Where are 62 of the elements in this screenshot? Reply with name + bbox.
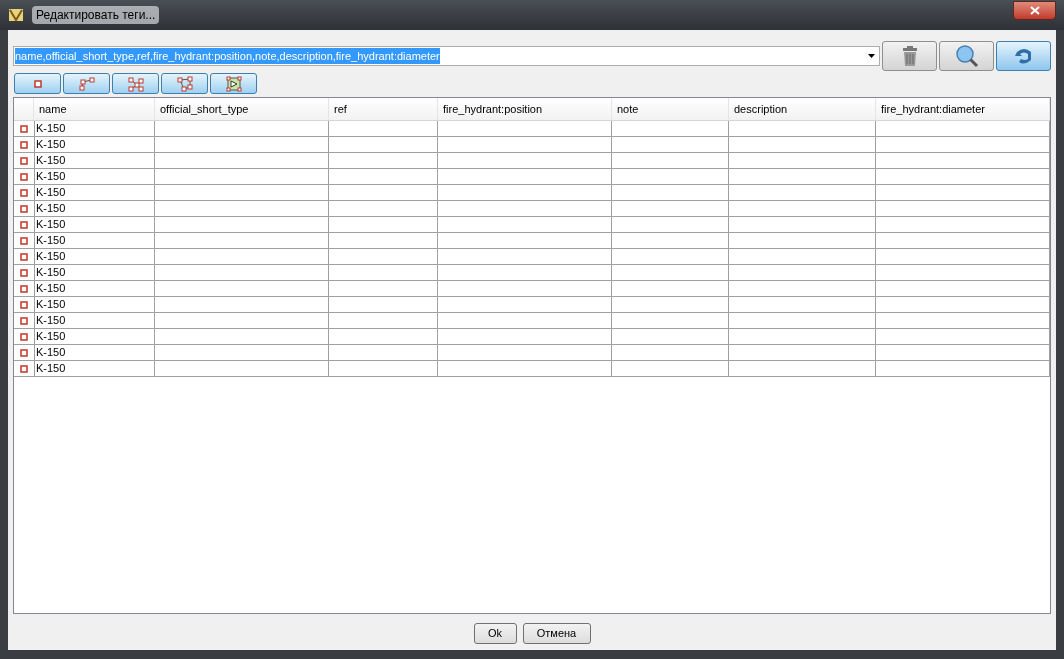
table-cell: K-150 xyxy=(34,265,155,280)
table-cell: K-150 xyxy=(34,233,155,248)
table-cell: K-150 xyxy=(34,121,155,136)
combo-value: name,official_short_type,ref,fire_hydrant:position,note,description,fire_hydrant:diameter xyxy=(15,47,440,65)
close-icon xyxy=(1029,5,1040,15)
table-cell: K-150 xyxy=(34,185,155,200)
table-cell: K-150 xyxy=(34,137,155,152)
filter-button[interactable] xyxy=(63,73,110,94)
node-icon xyxy=(19,315,29,326)
table-cell: K-150 xyxy=(34,201,155,216)
refresh-button[interactable] xyxy=(996,41,1051,71)
node-icon xyxy=(32,78,43,89)
table-cell: K-150 xyxy=(34,297,155,312)
window-title: Редактировать теги... xyxy=(32,6,160,24)
table-cell: K-150 xyxy=(34,313,155,328)
column-header[interactable]: fire_hydrant:diameter xyxy=(876,98,1050,120)
node-icon xyxy=(19,219,29,230)
dialog-button[interactable]: Ok xyxy=(473,623,517,644)
column-header[interactable]: ref xyxy=(329,98,438,120)
dialog-button[interactable]: Отмена xyxy=(522,623,591,644)
column-header[interactable]: description xyxy=(729,98,876,120)
table-cell: K-150 xyxy=(34,153,155,168)
table-cell: K-150 xyxy=(34,345,155,360)
node-icon xyxy=(19,235,29,246)
node-icon xyxy=(19,123,29,134)
close-button[interactable] xyxy=(1013,0,1056,20)
filter-button[interactable] xyxy=(161,73,208,94)
node-icon xyxy=(19,331,29,342)
node-icon xyxy=(19,251,29,262)
filter-button[interactable] xyxy=(14,73,61,94)
dropdown-caret-icon xyxy=(868,54,875,58)
column-header[interactable]: name xyxy=(34,98,155,120)
node-icon xyxy=(19,347,29,358)
relation-icon xyxy=(126,75,145,92)
table-cell: K-150 xyxy=(34,249,155,264)
node-icon xyxy=(19,299,29,310)
way-icon xyxy=(77,76,96,91)
node-icon xyxy=(19,283,29,294)
node-icon xyxy=(19,203,29,214)
node-icon xyxy=(19,139,29,150)
table-cell: K-150 xyxy=(34,281,155,296)
column-header[interactable]: official_short_type xyxy=(155,98,329,120)
delete-button[interactable] xyxy=(882,41,937,71)
search-icon xyxy=(954,44,979,68)
filter-button[interactable] xyxy=(112,73,159,94)
trash-icon xyxy=(901,45,918,67)
search-button[interactable] xyxy=(939,41,994,71)
node-icon xyxy=(19,155,29,166)
table-cell: K-150 xyxy=(34,361,155,376)
column-header[interactable]: fire_hydrant:position xyxy=(438,98,612,120)
area-icon xyxy=(225,75,242,92)
node-icon xyxy=(19,187,29,198)
node-icon xyxy=(19,363,29,374)
table-cell: K-150 xyxy=(34,169,155,184)
filter-button[interactable] xyxy=(210,73,257,94)
node-icon xyxy=(19,171,29,182)
table-cell: K-150 xyxy=(34,329,155,344)
app-logo-icon xyxy=(8,7,24,23)
node-icon xyxy=(19,267,29,278)
polygon-icon xyxy=(175,75,194,92)
table-cell: K-150 xyxy=(34,217,155,232)
column-header[interactable]: note xyxy=(612,98,729,120)
